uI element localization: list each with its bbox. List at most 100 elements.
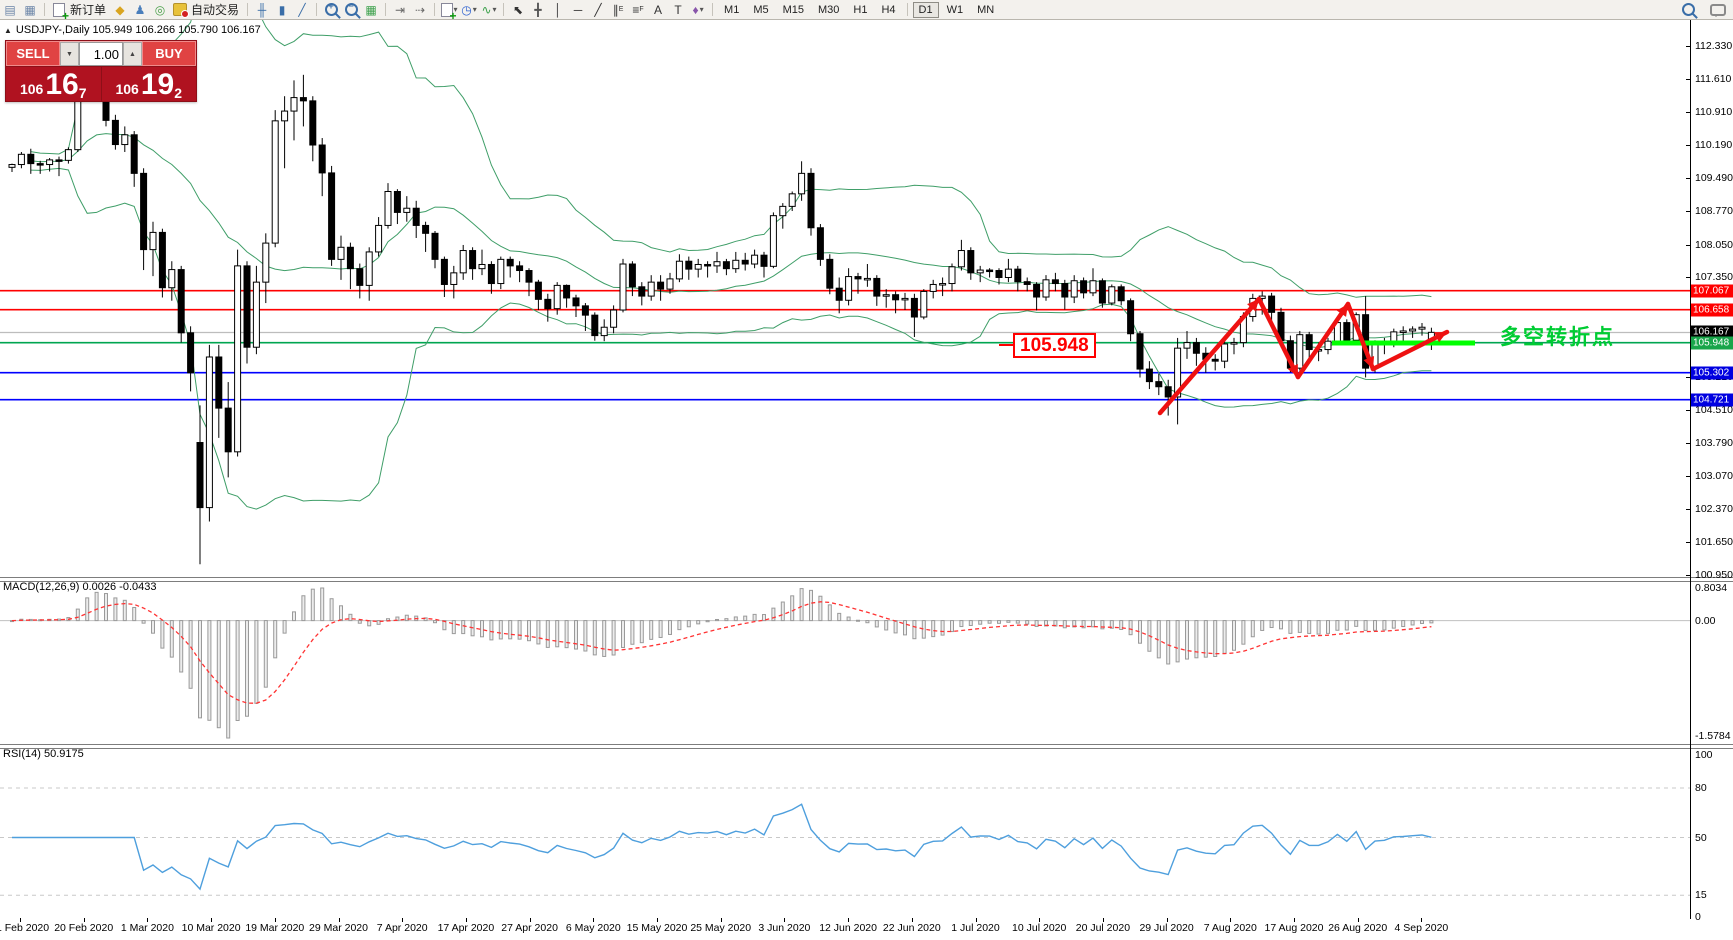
horizontal-line-icon[interactable]: ─ [569, 2, 587, 18]
macd-axis-label: 0.00 [1695, 615, 1715, 627]
auto-scroll-icon[interactable]: ⇢ [411, 2, 429, 18]
volume-down-button[interactable]: ▼ [60, 42, 79, 66]
macd-bar [1402, 621, 1405, 627]
signals-icon[interactable]: ◎ [151, 2, 169, 18]
date-label[interactable]: 7 Aug 2020 [1204, 922, 1257, 934]
zoom-in-icon[interactable]: + [322, 2, 340, 18]
cursor-icon[interactable]: ⬉ [509, 2, 527, 18]
timeframe-m1[interactable]: M1 [718, 2, 745, 18]
navigator-icon[interactable]: ♟ [131, 2, 149, 18]
date-label[interactable]: 20 Jul 2020 [1076, 922, 1130, 934]
date-label[interactable]: 4 Sep 2020 [1395, 922, 1449, 934]
macd-bar [152, 621, 155, 634]
price-tick-label: 108.050 [1695, 239, 1733, 251]
market-watch-icon[interactable]: ◆ [111, 2, 129, 18]
timeframe-m30[interactable]: M30 [812, 2, 845, 18]
chart-shift-icon[interactable]: ⇥ [391, 2, 409, 18]
price-level-box[interactable]: 105.948 [1013, 333, 1096, 358]
candle-body [1193, 343, 1199, 354]
macd-bar [528, 621, 531, 641]
candle-body [836, 288, 842, 300]
timeframe-mn[interactable]: MN [971, 2, 1000, 18]
candle-body [131, 135, 137, 174]
timeframe-w1[interactable]: W1 [941, 2, 970, 18]
candle-body [253, 282, 259, 347]
timeframe-m5[interactable]: M5 [747, 2, 774, 18]
volume-input[interactable]: 1.00 [79, 42, 123, 66]
macd-bar [857, 620, 860, 621]
crosshair-icon[interactable]: ╋ [529, 2, 547, 18]
sell-price[interactable]: 106 16 7 [6, 67, 102, 101]
sell-button[interactable]: SELL [6, 41, 60, 66]
macd-bar [744, 616, 747, 620]
date-label[interactable]: 10 Jul 2020 [1012, 922, 1066, 934]
date-label[interactable]: 26 Aug 2020 [1328, 922, 1387, 934]
bar-chart-icon[interactable]: ╫ [253, 2, 271, 18]
auto-trading-icon[interactable] [171, 2, 189, 18]
search-icon[interactable] [1679, 2, 1697, 18]
date-label[interactable]: 3 Jun 2020 [758, 922, 810, 934]
data-window-icon[interactable]: ▦ [21, 2, 39, 18]
date-label[interactable]: 19 Mar 2020 [245, 922, 304, 934]
date-label[interactable]: 10 Mar 2020 [182, 922, 241, 934]
new-chart-icon[interactable]: ▾ [440, 2, 458, 18]
text-icon[interactable]: A [649, 2, 667, 18]
channel-icon[interactable]: ∥E [609, 2, 627, 18]
macd-bar [819, 596, 822, 620]
line-chart-icon[interactable]: ╱ [293, 2, 311, 18]
date-label[interactable]: 29 Jul 2020 [1139, 922, 1193, 934]
buy-button[interactable]: BUY [142, 41, 196, 66]
date-label[interactable]: 20 Feb 2020 [54, 922, 113, 934]
macd-bar [1374, 621, 1377, 631]
date-label[interactable]: 22 Jun 2020 [883, 922, 941, 934]
date-label[interactable]: 1 Jul 2020 [951, 922, 999, 934]
templates-icon[interactable]: ∿▾ [480, 2, 498, 18]
candlestick-chart-icon[interactable]: ▮ [273, 2, 291, 18]
candle-body [112, 120, 118, 144]
rsi-pane[interactable] [0, 747, 1733, 918]
trendline-icon[interactable]: ╱ [589, 2, 607, 18]
buy-price[interactable]: 106 19 2 [102, 67, 197, 101]
chat-icon[interactable] [1709, 2, 1727, 18]
vertical-line-icon[interactable]: │ [549, 2, 567, 18]
tile-windows-icon[interactable]: ▦ [362, 2, 380, 18]
toolbar-separator [907, 3, 908, 16]
fibonacci-icon[interactable]: ≡F [629, 2, 647, 18]
new-order-icon[interactable] [50, 2, 68, 18]
timeframe-h1[interactable]: H1 [847, 2, 873, 18]
periods-clock-icon[interactable]: ◷▾ [460, 2, 478, 18]
macd-bar [603, 621, 606, 657]
macd-bar [180, 621, 183, 672]
text-label-icon[interactable]: T [669, 2, 687, 18]
date-label[interactable]: 15 May 2020 [627, 922, 688, 934]
date-label[interactable]: 17 Aug 2020 [1265, 922, 1324, 934]
pane-separator[interactable] [0, 577, 1733, 582]
rsi-label: RSI(14) 50.9175 [3, 748, 84, 760]
timeframe-h4[interactable]: H4 [875, 2, 901, 18]
macd-bar [810, 590, 813, 620]
date-label[interactable]: 6 May 2020 [566, 922, 621, 934]
date-label[interactable]: 11 Feb 2020 [0, 922, 49, 934]
main-chart-area[interactable] [0, 20, 1733, 577]
auto-trading-label: 自动交易 [191, 1, 239, 18]
date-label[interactable]: 25 May 2020 [690, 922, 751, 934]
zoom-out-icon[interactable]: − [342, 2, 360, 18]
timeframe-d1[interactable]: D1 [913, 2, 939, 18]
date-label[interactable]: 27 Apr 2020 [501, 922, 558, 934]
candle-body [507, 259, 513, 266]
macd-pane[interactable] [0, 580, 1733, 744]
pane-separator[interactable] [0, 744, 1733, 749]
date-label[interactable]: 29 Mar 2020 [309, 922, 368, 934]
arrows-icon[interactable]: ♦▾ [689, 2, 707, 18]
macd-bar [1251, 621, 1254, 637]
date-label[interactable]: 17 Apr 2020 [438, 922, 495, 934]
price-tick-label: 101.650 [1695, 536, 1733, 548]
date-label[interactable]: 1 Mar 2020 [121, 922, 174, 934]
timeframe-m15[interactable]: M15 [777, 2, 810, 18]
chart-window-icon[interactable]: ▤ [1, 2, 19, 18]
price-tick [1686, 575, 1690, 576]
volume-up-button[interactable]: ▲ [123, 42, 142, 66]
date-label[interactable]: 7 Apr 2020 [377, 922, 428, 934]
turning-point-note[interactable]: 多空转折点 [1500, 321, 1615, 351]
date-label[interactable]: 12 Jun 2020 [819, 922, 877, 934]
